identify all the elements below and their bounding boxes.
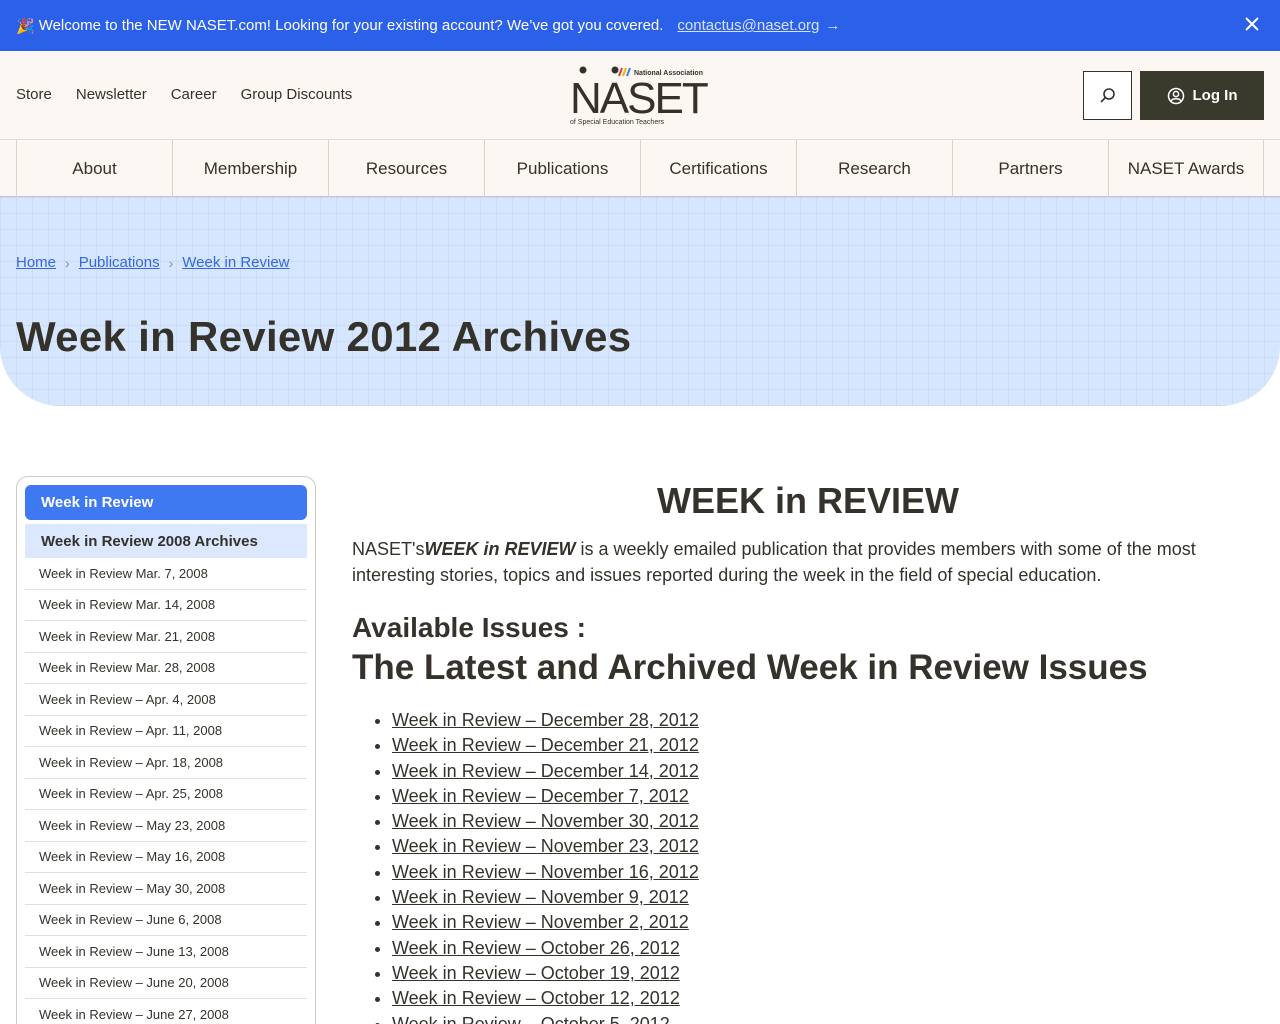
- naset-logo[interactable]: National Association NASET of Special Ed…: [570, 65, 712, 127]
- breadcrumb-home[interactable]: Home: [16, 254, 56, 271]
- util-link-group-discounts[interactable]: Group Discounts: [241, 86, 353, 103]
- issue-link[interactable]: Week in Review – November 9, 2012: [392, 887, 689, 907]
- list-item: Week in Review – December 14, 2012: [392, 759, 1264, 784]
- issue-link[interactable]: Week in Review – October 5, 2012: [392, 1014, 670, 1024]
- list-item: Week in Review – December 7, 2012: [392, 784, 1264, 809]
- issue-link[interactable]: Week in Review – November 30, 2012: [392, 811, 699, 831]
- sidebar-item[interactable]: Week in Review Mar. 14, 2008: [25, 590, 307, 621]
- main-nav: About Membership Resources Publications …: [0, 140, 1280, 197]
- login-label: Log In: [1192, 87, 1238, 104]
- util-link-career[interactable]: Career: [171, 86, 217, 103]
- page-title: Week in Review 2012 Archives: [16, 313, 632, 360]
- contact-email-link[interactable]: contactus@naset.org: [677, 17, 819, 34]
- nav-naset-awards[interactable]: NASET Awards: [1108, 140, 1264, 197]
- svg-text:of Special Education Teachers: of Special Education Teachers: [570, 119, 665, 126]
- nav-partners[interactable]: Partners: [952, 140, 1108, 197]
- list-item: Week in Review – November 16, 2012: [392, 860, 1264, 885]
- sidebar-item[interactable]: Week in Review – May 23, 2008: [25, 810, 307, 842]
- intro-paragraph: NASET'sWEEK in REVIEW is a weekly emaile…: [352, 536, 1264, 588]
- sidebar-heading[interactable]: Week in Review: [25, 485, 307, 520]
- issue-link[interactable]: Week in Review – October 26, 2012: [392, 938, 680, 958]
- site-header: Store Newsletter Career Group Discounts …: [0, 51, 1280, 140]
- sidebar-item[interactable]: Week in Review Mar. 21, 2008: [25, 621, 307, 653]
- page-hero: Home › Publications › Week in Review Wee…: [0, 197, 1280, 406]
- list-item: Week in Review – November 2, 2012: [392, 910, 1264, 935]
- list-item: Week in Review – December 21, 2012: [392, 733, 1264, 758]
- sidebar-subheading[interactable]: Week in Review 2008 Archives: [25, 524, 307, 558]
- list-item: Week in Review – October 26, 2012: [392, 936, 1264, 961]
- issue-link[interactable]: Week in Review – October 19, 2012: [392, 963, 680, 983]
- issue-link[interactable]: Week in Review – November 16, 2012: [392, 862, 699, 882]
- sidebar-item[interactable]: Week in Review – June 20, 2008: [25, 968, 307, 999]
- sidebar-item[interactable]: Week in Review – Apr. 4, 2008: [25, 684, 307, 716]
- svg-text:NASET: NASET: [570, 74, 708, 123]
- util-link-newsletter[interactable]: Newsletter: [76, 86, 147, 103]
- nav-research[interactable]: Research: [796, 140, 952, 197]
- sidebar-item[interactable]: Week in Review – June 13, 2008: [25, 936, 307, 968]
- sidebar-item[interactable]: Week in Review – May 30, 2008: [25, 873, 307, 905]
- issue-link[interactable]: Week in Review – December 21, 2012: [392, 735, 699, 755]
- issue-link[interactable]: Week in Review – December 14, 2012: [392, 761, 699, 781]
- search-button[interactable]: [1083, 71, 1132, 120]
- chevron-right-icon: ›: [65, 254, 70, 271]
- search-icon: [1099, 87, 1115, 103]
- breadcrumb-week-in-review[interactable]: Week in Review: [182, 254, 289, 271]
- util-link-store[interactable]: Store: [16, 86, 52, 103]
- issues-list: Week in Review – December 28, 2012 Week …: [392, 708, 1264, 1024]
- nav-about[interactable]: About: [16, 140, 172, 197]
- issue-link[interactable]: Week in Review – December 28, 2012: [392, 710, 699, 730]
- nav-membership[interactable]: Membership: [172, 140, 328, 197]
- intro-prefix: NASET's: [352, 539, 425, 559]
- sidebar-item[interactable]: Week in Review – Apr. 18, 2008: [25, 747, 307, 779]
- issue-link[interactable]: Week in Review – December 7, 2012: [392, 786, 689, 806]
- list-item: Week in Review – October 5, 2012: [392, 1012, 1264, 1024]
- available-issues-heading: Available Issues :: [352, 612, 586, 643]
- nav-resources[interactable]: Resources: [328, 140, 484, 197]
- sidebar-item[interactable]: Week in Review – June 27, 2008: [25, 999, 307, 1024]
- main-content: WEEK in REVIEW NASET'sWEEK in REVIEW is …: [352, 476, 1264, 1024]
- issue-link[interactable]: Week in Review – November 2, 2012: [392, 912, 689, 932]
- nav-publications[interactable]: Publications: [484, 140, 640, 197]
- sidebar-item[interactable]: Week in Review Mar. 28, 2008: [25, 653, 307, 684]
- latest-issues-heading: The Latest and Archived Week in Review I…: [352, 648, 1148, 687]
- issue-link[interactable]: Week in Review – October 12, 2012: [392, 988, 680, 1008]
- party-popper-icon: 🎉: [16, 17, 35, 35]
- announcement-message: Welcome to the NEW NASET.com! Looking fo…: [38, 17, 664, 34]
- list-item: Week in Review – November 30, 2012: [392, 809, 1264, 834]
- list-item: Week in Review – December 28, 2012: [392, 708, 1264, 733]
- sidebar-item[interactable]: Week in Review – Apr. 11, 2008: [25, 716, 307, 747]
- breadcrumb: Home › Publications › Week in Review: [16, 254, 290, 271]
- list-item: Week in Review – October 19, 2012: [392, 961, 1264, 986]
- sidebar-item[interactable]: Week in Review Mar. 7, 2008: [25, 558, 307, 590]
- list-item: Week in Review – October 12, 2012: [392, 986, 1264, 1011]
- list-item: Week in Review – November 9, 2012: [392, 885, 1264, 910]
- arrow-right-icon[interactable]: →: [825, 17, 840, 34]
- sidebar-menu: Week in Review Week in Review 2008 Archi…: [16, 476, 316, 1024]
- sidebar-list: Week in Review Mar. 7, 2008 Week in Revi…: [25, 558, 307, 1024]
- close-icon[interactable]: [1240, 12, 1264, 36]
- utility-nav: Store Newsletter Career Group Discounts: [16, 86, 352, 103]
- intro-brand: WEEK in REVIEW: [424, 539, 576, 559]
- user-circle-icon: [1167, 87, 1184, 104]
- breadcrumb-publications[interactable]: Publications: [79, 254, 160, 271]
- content-title: WEEK in REVIEW: [656, 480, 959, 521]
- sidebar-item[interactable]: Week in Review – Apr. 25, 2008: [25, 779, 307, 810]
- issue-link[interactable]: Week in Review – November 23, 2012: [392, 836, 699, 856]
- sidebar-item[interactable]: Week in Review – June 6, 2008: [25, 905, 307, 936]
- nav-certifications[interactable]: Certifications: [640, 140, 796, 197]
- chevron-right-icon: ›: [168, 254, 174, 271]
- login-button[interactable]: Log In: [1140, 71, 1264, 120]
- list-item: Week in Review – November 23, 2012: [392, 834, 1264, 859]
- announcement-bar: 🎉 Welcome to the NEW NASET.com! Looking …: [0, 0, 1280, 51]
- sidebar-item[interactable]: Week in Review – May 16, 2008: [25, 842, 307, 873]
